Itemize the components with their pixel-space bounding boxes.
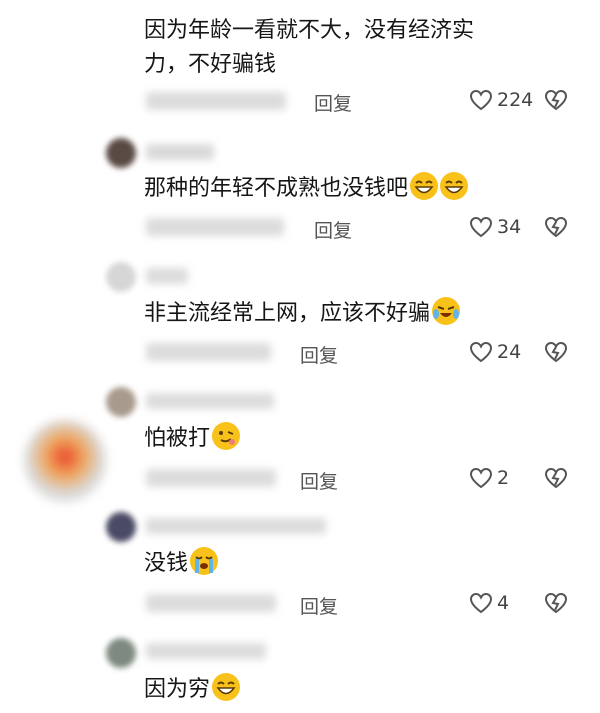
comment-2-username-blurred: [146, 144, 214, 160]
comment-6-username-blurred: [146, 643, 266, 659]
comment-5-reply-button[interactable]: 回复: [300, 592, 338, 619]
comment-3-avatar[interactable]: [106, 262, 136, 292]
comment-3-meta-blurred: [146, 343, 271, 361]
comment-4-reply-button[interactable]: 回复: [300, 467, 338, 494]
comment-3-like-count: 24: [497, 341, 522, 363]
comment-5-like-count: 4: [497, 592, 510, 614]
comment-4-like-button[interactable]: 2: [469, 467, 509, 489]
comment-3-like-button[interactable]: 24: [469, 341, 521, 363]
comment-3-text-content: 非主流经常上网，应该不好骗: [144, 301, 431, 326]
comment-6-avatar[interactable]: [106, 638, 136, 668]
comment-4-username-blurred: [146, 393, 274, 409]
parent-comment-avatar[interactable]: [24, 420, 106, 502]
comment-3-text: 非主流经常上网，应该不好骗: [144, 297, 461, 331]
comment-1-reply-button[interactable]: 回复: [314, 89, 352, 116]
comment-4-avatar[interactable]: [106, 387, 136, 417]
comment-3-username-blurred: [146, 268, 188, 284]
comment-5-text: 没钱: [144, 547, 219, 581]
comment-2-reply-button[interactable]: 回复: [314, 216, 352, 243]
comment-2-text: 那种的年轻不成熟也没钱吧: [144, 172, 469, 206]
heart-icon: [469, 467, 493, 489]
grin-icon: [212, 673, 241, 701]
comment-2-text-content: 那种的年轻不成熟也没钱吧: [144, 176, 409, 201]
comment-4-text: 怕被打: [144, 422, 241, 456]
comment-2-dislike-icon[interactable]: [543, 216, 569, 238]
heart-icon: [469, 592, 493, 614]
comment-6-text-content: 因为穷: [144, 677, 211, 702]
comment-4-like-count: 2: [497, 467, 510, 489]
comment-1-text-line1: 因为年龄一看就不大，没有经济实: [144, 18, 475, 43]
comment-5-avatar[interactable]: [106, 512, 136, 542]
comment-3-reply-button[interactable]: 回复: [300, 341, 338, 368]
comment-5-dislike-icon[interactable]: [543, 592, 569, 614]
comment-5-text-content: 没钱: [144, 551, 189, 576]
comment-5-meta-blurred: [146, 594, 276, 612]
comment-4-text-content: 怕被打: [144, 426, 211, 451]
comment-2-like-count: 34: [497, 216, 522, 238]
comment-4-dislike-icon[interactable]: [543, 467, 569, 489]
comment-5-username-blurred: [146, 518, 326, 534]
comment-2-like-button[interactable]: 34: [469, 216, 521, 238]
heart-icon: [469, 341, 493, 363]
drooling-face-icon: [212, 422, 241, 450]
comment-6-text: 因为穷: [144, 673, 241, 707]
comment-1-meta-blurred: [146, 92, 286, 110]
crying-laugh-icon: [432, 297, 461, 325]
comment-3-dislike-icon[interactable]: [543, 341, 569, 363]
heart-icon: [469, 216, 493, 238]
grin-icon: [410, 172, 439, 200]
comment-4-meta-blurred: [146, 469, 276, 487]
comment-1-like-count: 224: [497, 89, 534, 111]
loudly-crying-icon: [190, 547, 219, 575]
comment-2-avatar[interactable]: [106, 138, 136, 168]
comment-2-meta-blurred: [146, 218, 284, 236]
comment-1-dislike-icon[interactable]: [543, 89, 569, 111]
grin-icon: [440, 172, 469, 200]
heart-icon: [469, 89, 493, 111]
comment-1-text-line2: 力，不好骗钱: [144, 52, 277, 77]
comment-5-like-button[interactable]: 4: [469, 592, 509, 614]
comment-1-like-button[interactable]: 224: [469, 89, 533, 111]
